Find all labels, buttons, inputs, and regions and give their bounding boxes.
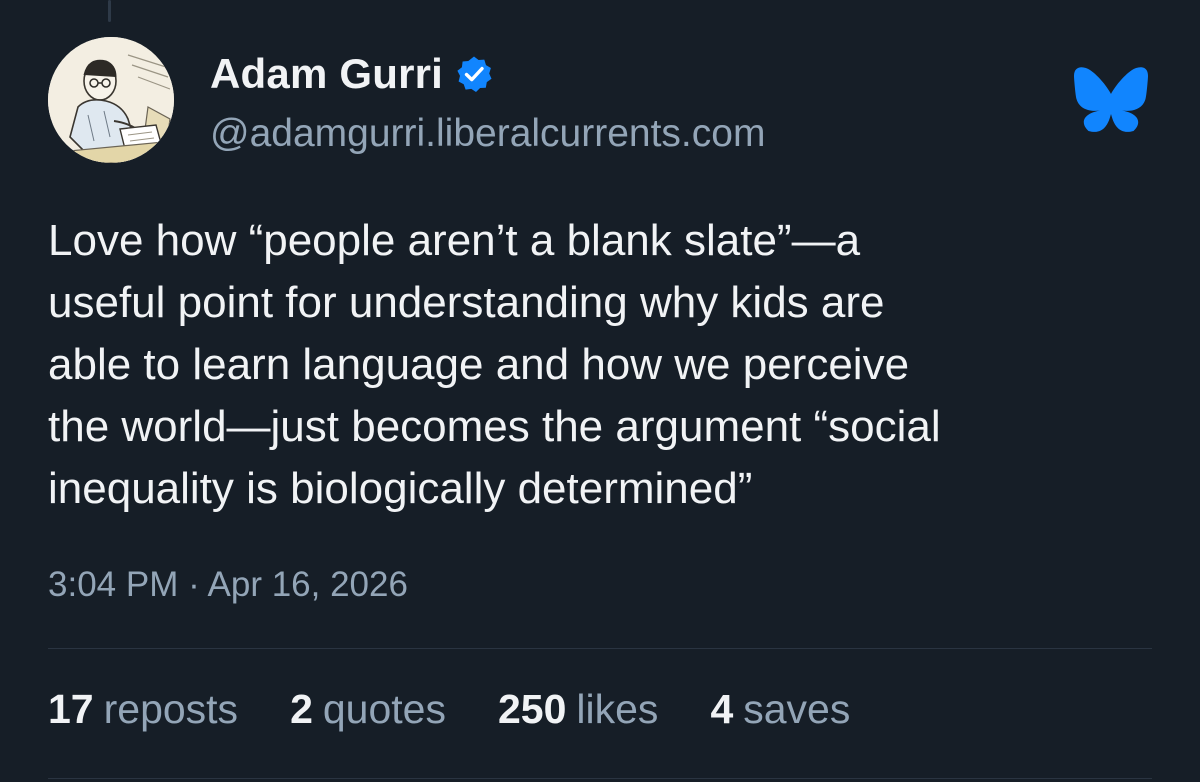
author-handle[interactable]: @adamgurri.liberalcurrents.com (210, 112, 765, 156)
post-text-line: inequality is biologically determined” (48, 464, 753, 513)
thread-line (108, 0, 111, 22)
saves-stat[interactable]: 4 saves (710, 686, 850, 733)
post-text-line: useful point for understanding why kids … (48, 278, 885, 327)
author-display-name[interactable]: Adam Gurri (210, 50, 443, 98)
quotes-label: quotes (322, 686, 446, 732)
avatar-illustration (48, 37, 174, 163)
post-body-text: Love how “people aren’t a blank slate”—a… (48, 210, 1158, 520)
saves-count: 4 (710, 686, 734, 732)
reposts-label: reposts (103, 686, 239, 732)
post-text-line: the world—just becomes the argument “soc… (48, 402, 941, 451)
likes-label: likes (576, 686, 659, 732)
divider (48, 778, 1152, 779)
quotes-stat[interactable]: 2 quotes (290, 686, 446, 733)
post-card: Adam Gurri @adamgurri.liberalcurrents.co… (0, 0, 1200, 782)
likes-stat[interactable]: 250 likes (498, 686, 658, 733)
likes-count: 250 (497, 686, 567, 732)
avatar[interactable] (48, 37, 174, 163)
quotes-count: 2 (290, 686, 313, 732)
author-name-row: Adam Gurri (210, 48, 493, 100)
post-timestamp: 3:04 PM · Apr 16, 2026 (48, 565, 408, 604)
saves-label: saves (743, 686, 851, 732)
post-text-line: able to learn language and how we percei… (48, 340, 910, 389)
verified-check-icon[interactable] (455, 55, 493, 93)
bluesky-butterfly-icon (1074, 66, 1148, 132)
engagement-stats: 17 reposts 2 quotes 250 likes 4 saves (48, 686, 902, 733)
divider (48, 648, 1152, 649)
reposts-stat[interactable]: 17 reposts (48, 686, 238, 733)
post-text-line: Love how “people aren’t a blank slate”—a (48, 216, 861, 265)
reposts-count: 17 (48, 686, 94, 732)
